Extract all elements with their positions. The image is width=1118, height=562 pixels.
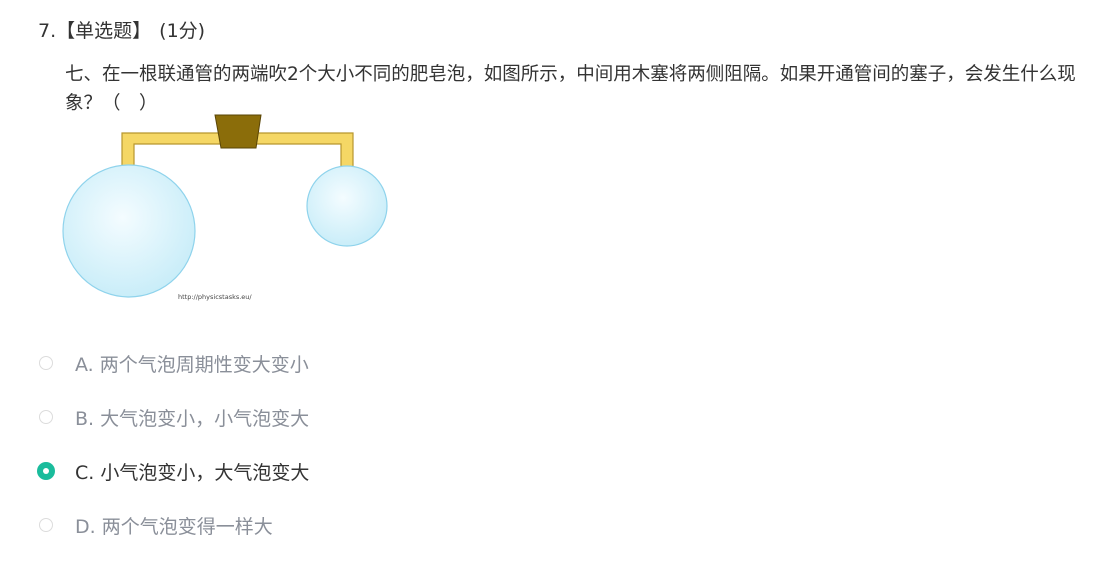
option-text: 大气泡变小，小气泡变大 [100, 407, 310, 430]
option-label: B. 大气泡变小，小气泡变大 [75, 404, 309, 431]
option-d[interactable]: D. 两个气泡变得一样大 [36, 498, 309, 552]
radio-checked-icon[interactable] [37, 462, 55, 480]
options-list: A. 两个气泡周期性变大变小 B. 大气泡变小，小气泡变大 C. 小气泡变小，大气泡… [36, 336, 309, 552]
option-label: D. 两个气泡变得一样大 [75, 512, 273, 539]
option-label: C. 小气泡变小，大气泡变大 [75, 458, 309, 485]
cork-stopper [214, 114, 262, 149]
option-label: A. 两个气泡周期性变大变小 [75, 350, 309, 377]
question-text: 七、在一根联通管的两端吹2个大小不同的肥皂泡，如图所示，中间用木塞将两侧阻隔。如… [65, 64, 1076, 114]
radio-unchecked-icon[interactable] [39, 518, 53, 532]
option-letter: A. [75, 353, 94, 376]
option-a[interactable]: A. 两个气泡周期性变大变小 [36, 336, 309, 390]
radio-unchecked-icon[interactable] [39, 410, 53, 424]
radio-unchecked-icon[interactable] [39, 356, 53, 370]
option-letter: D. [75, 515, 96, 538]
option-c[interactable]: C. 小气泡变小，大气泡变大 [36, 444, 309, 498]
option-letter: B. [75, 407, 95, 430]
option-text: 小气泡变小，大气泡变大 [100, 461, 310, 484]
question-header: 7.【单选题】 (1分) [38, 18, 205, 44]
option-text: 两个气泡周期性变大变小 [99, 353, 309, 376]
question-score: (1分) [159, 20, 206, 42]
question-number: 7. [38, 20, 57, 42]
soap-bubbles-diagram: http://physicstasks.eu/ [62, 114, 388, 301]
option-letter: C. [75, 461, 95, 484]
small-bubble [306, 165, 388, 247]
question-type-label: 【单选题】 [56, 20, 152, 42]
large-bubble [62, 164, 196, 298]
figure-watermark: http://physicstasks.eu/ [178, 293, 252, 301]
option-b[interactable]: B. 大气泡变小，小气泡变大 [36, 390, 309, 444]
question-figure: http://physicstasks.eu/ [60, 113, 400, 305]
option-text: 两个气泡变得一样大 [101, 515, 273, 538]
